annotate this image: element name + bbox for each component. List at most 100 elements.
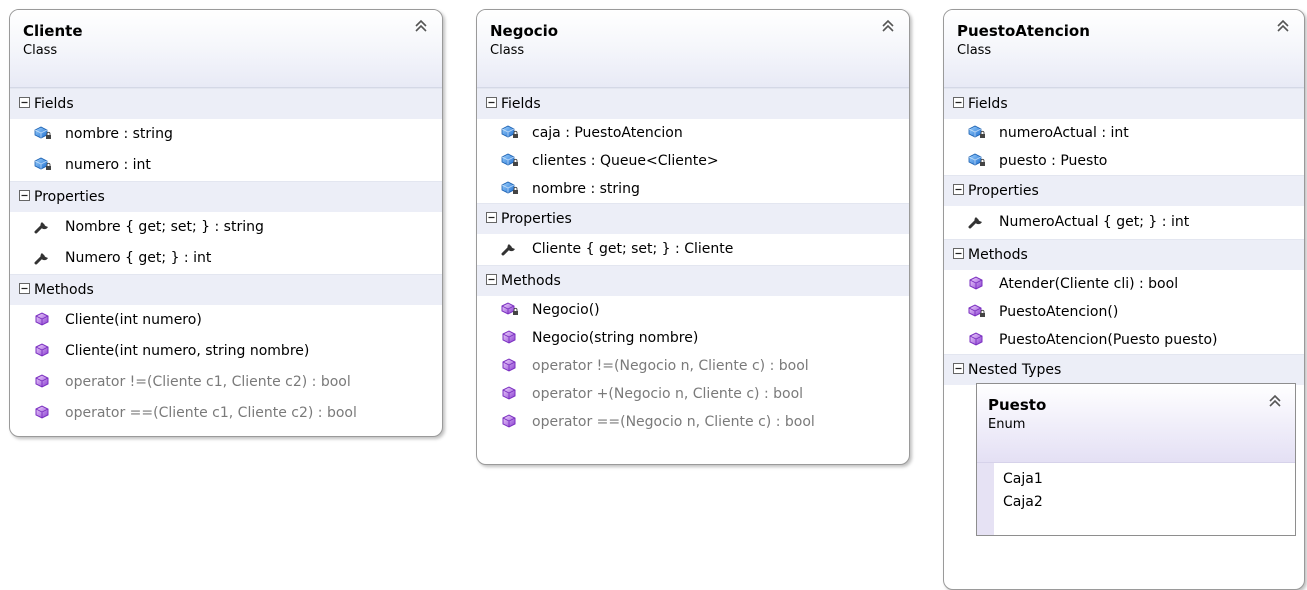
member-text: operator ==(Negocio n, Cliente c) : bool (532, 414, 815, 430)
member-row[interactable]: operator ==(Cliente c1, Cliente c2) : bo… (10, 398, 442, 429)
member-row[interactable]: nombre : string (10, 119, 442, 150)
property-wrench-icon (501, 243, 515, 255)
member-row[interactable]: PuestoAtencion() (944, 298, 1304, 326)
member-row[interactable]: operator ==(Negocio n, Cliente c) : bool (477, 408, 909, 436)
private-field-icon (968, 125, 985, 138)
collapse-toggle-icon[interactable] (953, 248, 964, 259)
class-kind: Class (490, 43, 525, 58)
method-icon (969, 331, 983, 346)
class-kind: Class (23, 43, 58, 58)
enum-name: Puesto (988, 396, 1047, 414)
enum-body: Caja1 Caja2 (977, 463, 1295, 535)
member-text: numero : int (65, 157, 151, 173)
enum-kind: Enum (988, 417, 1026, 432)
member-row[interactable]: NumeroActual { get; } : int (944, 206, 1304, 239)
private-field-icon (501, 125, 518, 138)
member-text: Nombre { get; set; } : string (65, 219, 264, 235)
member-text: puesto : Puesto (999, 153, 1108, 169)
section-methods[interactable]: Methods (477, 265, 909, 296)
class-box-cliente[interactable]: Cliente Class Fields nombre : string num… (9, 9, 443, 437)
nested-enum-box-puesto[interactable]: Puesto Enum Caja1 Caja2 (976, 383, 1296, 536)
section-methods[interactable]: Methods (10, 274, 442, 305)
member-row[interactable]: Cliente(int numero, string nombre) (10, 336, 442, 367)
member-row[interactable]: Negocio() (477, 296, 909, 324)
collapse-toggle-icon[interactable] (953, 97, 964, 108)
enum-value[interactable]: Caja1 (1003, 468, 1043, 491)
member-text: PuestoAtencion(Puesto puesto) (999, 332, 1218, 348)
class-box-puestoatencion[interactable]: PuestoAtencion Class Fields numeroActual… (943, 9, 1305, 590)
section-methods[interactable]: Methods (944, 239, 1304, 270)
section-properties[interactable]: Properties (477, 203, 909, 234)
method-icon (502, 357, 516, 372)
member-row[interactable]: puesto : Puesto (944, 147, 1304, 175)
member-text: PuestoAtencion() (999, 304, 1119, 320)
member-row[interactable]: operator !=(Cliente c1, Cliente c2) : bo… (10, 367, 442, 398)
section-properties[interactable]: Properties (944, 175, 1304, 206)
member-row[interactable]: numeroActual : int (944, 119, 1304, 147)
class-header[interactable]: Cliente Class (10, 10, 442, 88)
member-row[interactable]: Nombre { get; set; } : string (10, 212, 442, 243)
member-text: operator !=(Cliente c1, Cliente c2) : bo… (65, 374, 351, 390)
section-fields[interactable]: Fields (10, 88, 442, 119)
collapse-chevron-icon[interactable] (1268, 394, 1282, 408)
collapse-chevron-icon[interactable] (1276, 19, 1290, 33)
member-text: operator ==(Cliente c1, Cliente c2) : bo… (65, 405, 357, 421)
collapse-toggle-icon[interactable] (486, 274, 497, 285)
collapse-toggle-icon[interactable] (19, 97, 30, 108)
section-properties[interactable]: Properties (10, 181, 442, 212)
member-row[interactable]: operator !=(Negocio n, Cliente c) : bool (477, 352, 909, 380)
member-text: nombre : string (532, 181, 640, 197)
class-kind: Class (957, 43, 992, 58)
member-text: Cliente(int numero, string nombre) (65, 343, 310, 359)
member-row[interactable]: Numero { get; } : int (10, 243, 442, 274)
member-text: numeroActual : int (999, 125, 1129, 141)
member-row[interactable]: nombre : string (477, 175, 909, 203)
private-field-icon (968, 153, 985, 166)
class-box-negocio[interactable]: Negocio Class Fields caja : PuestoAtenci… (476, 9, 910, 465)
member-text: Cliente(int numero) (65, 312, 202, 328)
class-name: PuestoAtencion (957, 22, 1090, 40)
section-label: Methods (501, 273, 561, 289)
method-icon (502, 329, 516, 344)
enum-value[interactable]: Caja2 (1003, 491, 1043, 514)
member-row[interactable]: caja : PuestoAtencion (477, 119, 909, 147)
section-label: Fields (34, 96, 74, 112)
collapse-toggle-icon[interactable] (19, 190, 30, 201)
member-row[interactable]: PuestoAtencion(Puesto puesto) (944, 326, 1304, 354)
section-label: Nested Types (968, 362, 1062, 378)
collapse-chevron-icon[interactable] (414, 19, 428, 33)
member-row[interactable]: Atender(Cliente cli) : bool (944, 270, 1304, 298)
member-text: caja : PuestoAtencion (532, 125, 683, 141)
section-label: Methods (34, 282, 94, 298)
collapse-toggle-icon[interactable] (486, 97, 497, 108)
class-header[interactable]: PuestoAtencion Class (944, 10, 1304, 88)
section-label: Methods (968, 247, 1028, 263)
section-fields[interactable]: Fields (477, 88, 909, 119)
member-row[interactable]: clientes : Queue<Cliente> (477, 147, 909, 175)
member-row[interactable]: Cliente { get; set; } : Cliente (477, 234, 909, 265)
collapse-chevron-icon[interactable] (881, 19, 895, 33)
enum-values: Caja1 Caja2 (1003, 468, 1043, 514)
class-header[interactable]: Negocio Class (477, 10, 909, 88)
private-method-icon (968, 303, 985, 317)
property-wrench-icon (968, 216, 982, 228)
private-field-icon (501, 153, 518, 166)
section-fields[interactable]: Fields (944, 88, 1304, 119)
private-field-icon (34, 157, 51, 170)
member-row[interactable]: numero : int (10, 150, 442, 181)
collapse-toggle-icon[interactable] (953, 184, 964, 195)
member-row[interactable]: operator +(Negocio n, Cliente c) : bool (477, 380, 909, 408)
section-nested-types[interactable]: Nested Types (944, 354, 1304, 385)
member-row[interactable]: Negocio(string nombre) (477, 324, 909, 352)
enum-header[interactable]: Puesto Enum (977, 384, 1295, 463)
method-icon (35, 373, 49, 388)
private-field-icon (34, 126, 51, 139)
collapse-toggle-icon[interactable] (19, 283, 30, 294)
class-name: Cliente (23, 22, 83, 40)
member-text: operator +(Negocio n, Cliente c) : bool (532, 386, 804, 402)
member-text: Negocio(string nombre) (532, 330, 699, 346)
collapse-toggle-icon[interactable] (953, 363, 964, 374)
collapse-toggle-icon[interactable] (486, 212, 497, 223)
member-row[interactable]: Cliente(int numero) (10, 305, 442, 336)
enum-stripe (977, 463, 994, 535)
